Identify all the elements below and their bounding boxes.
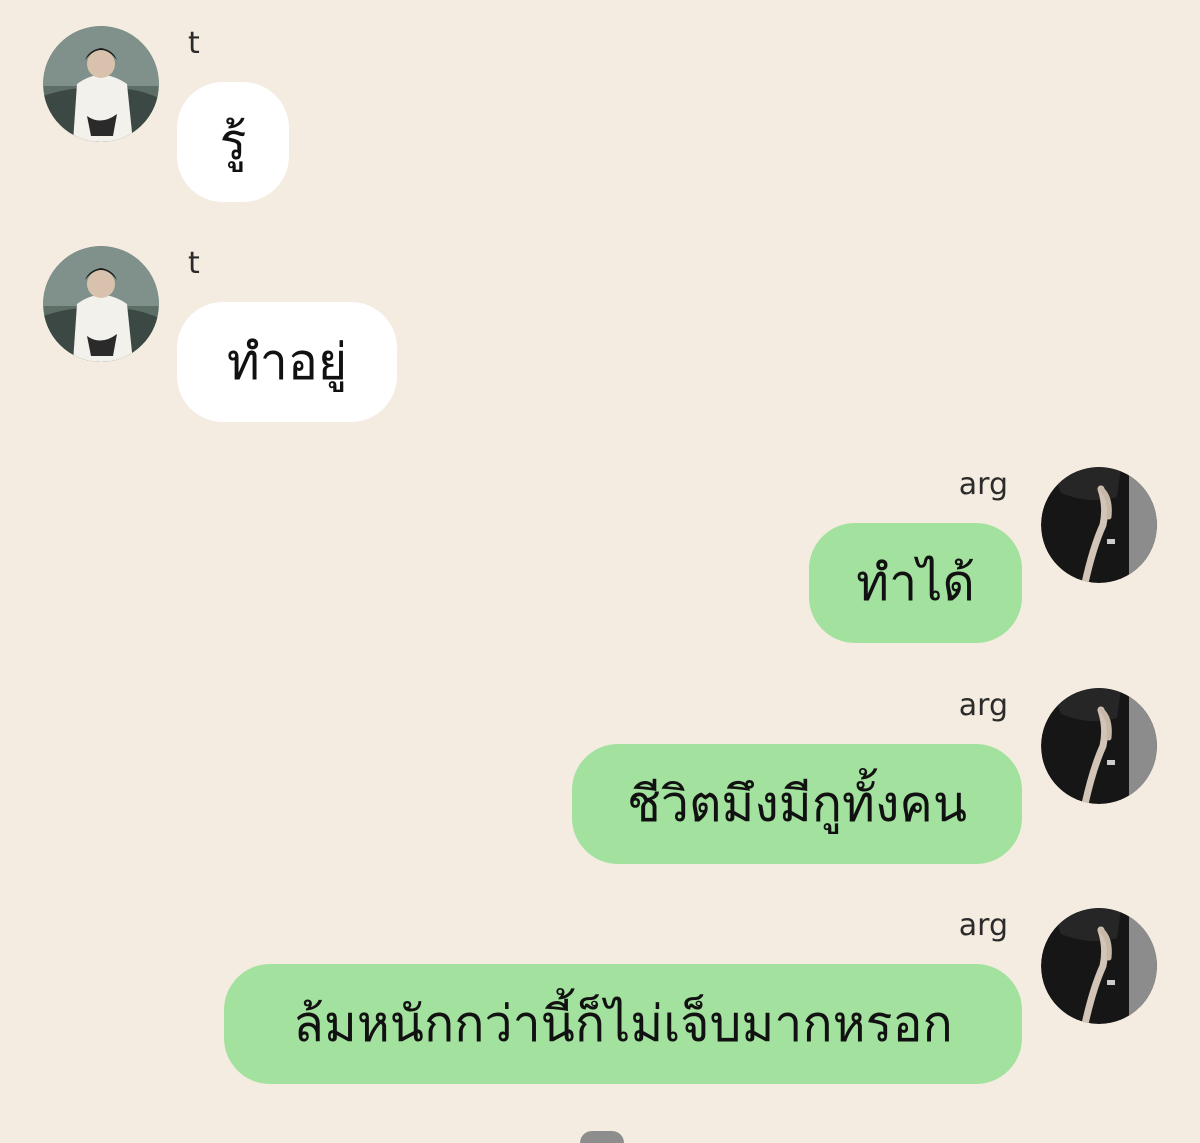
chat-thread: t รู้ t ทำอยู่ arg ทำได้ arg ชีวิตมึงมีก…: [0, 0, 1200, 1143]
avatar-t-image: [43, 26, 159, 142]
sender-name: arg: [958, 908, 1008, 943]
sender-name: arg: [958, 688, 1008, 723]
scroll-indicator[interactable]: [580, 1131, 624, 1143]
avatar-t[interactable]: [43, 246, 159, 362]
sender-name: t: [188, 26, 200, 61]
avatar-arg-image: [1041, 467, 1157, 583]
avatar-t-image: [43, 246, 159, 362]
avatar-arg[interactable]: [1041, 688, 1157, 804]
message-bubble-incoming[interactable]: ทำอยู่: [177, 302, 397, 422]
avatar-t[interactable]: [43, 26, 159, 142]
avatar-arg[interactable]: [1041, 908, 1157, 1024]
message-bubble-incoming[interactable]: รู้: [177, 82, 289, 202]
avatar-arg-image: [1041, 908, 1157, 1024]
sender-name: t: [188, 246, 200, 281]
avatar-arg-image: [1041, 688, 1157, 804]
avatar-arg[interactable]: [1041, 467, 1157, 583]
message-bubble-outgoing[interactable]: ทำได้: [809, 523, 1022, 643]
sender-name: arg: [958, 467, 1008, 502]
message-bubble-outgoing[interactable]: ชีวิตมึงมีกูทั้งคน: [572, 744, 1022, 864]
message-bubble-outgoing[interactable]: ล้มหนักกว่านี้ก็ไม่เจ็บมากหรอก: [224, 964, 1022, 1084]
